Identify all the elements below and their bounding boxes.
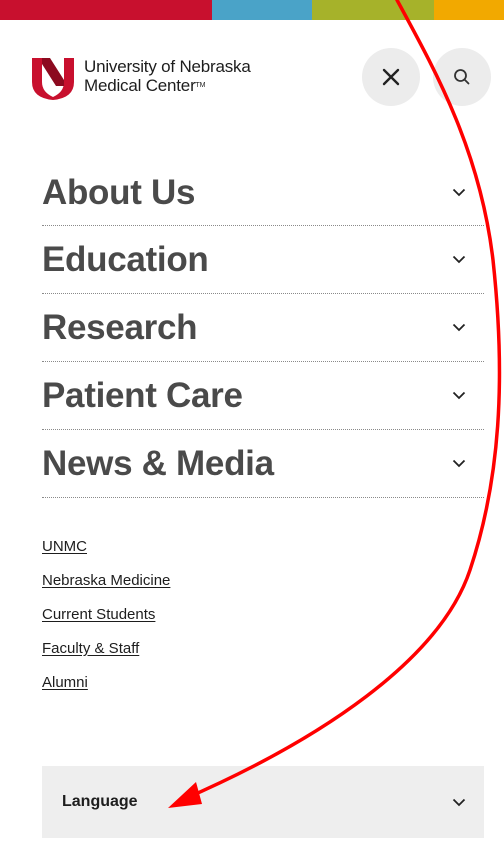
unmc-logo[interactable]: University of Nebraska Medical CenterTM [30,52,251,100]
color-bar-red [0,0,212,20]
link-current-students[interactable]: Current Students [42,602,170,636]
link-alumni[interactable]: Alumni [42,670,170,704]
close-icon [382,68,400,86]
nav-item-label: About Us [42,172,196,212]
main-navigation: About Us Education Research Patient Care… [42,160,484,498]
chevron-down-icon[interactable] [452,255,466,264]
close-menu-button[interactable] [362,48,420,106]
unmc-n-logo-icon [32,58,74,100]
quick-links: UNMC Nebraska Medicine Current Students … [42,534,170,704]
nav-item-label: Patient Care [42,375,243,415]
nav-item-label: News & Media [42,443,274,483]
color-bar-yellow [434,0,504,20]
search-icon [454,69,470,85]
language-label: Language [62,793,138,810]
link-faculty-staff[interactable]: Faculty & Staff [42,636,170,670]
nav-item-news-media[interactable]: News & Media [42,430,484,498]
chevron-down-icon[interactable] [452,323,466,332]
brand-color-bar [0,0,504,20]
chevron-down-icon[interactable] [452,391,466,400]
color-bar-blue [212,0,312,20]
color-bar-green [312,0,434,20]
nav-item-about-us[interactable]: About Us [42,160,484,226]
chevron-down-icon[interactable] [452,188,466,197]
search-button[interactable] [433,48,491,106]
logo-wordmark: University of Nebraska Medical CenterTM [84,57,251,95]
link-unmc[interactable]: UNMC [42,534,170,568]
chevron-down-icon[interactable] [452,798,466,807]
nav-item-education[interactable]: Education [42,226,484,294]
nav-item-research[interactable]: Research [42,294,484,362]
nav-item-label: Research [42,307,198,347]
nav-item-label: Education [42,239,209,279]
chevron-down-icon[interactable] [452,459,466,468]
logo-line-1: University of Nebraska [84,57,251,76]
link-nebraska-medicine[interactable]: Nebraska Medicine [42,568,170,602]
language-dropdown[interactable]: Language [42,766,484,838]
logo-trademark: TM [195,82,206,89]
mobile-menu-page: University of Nebraska Medical CenterTM … [0,0,504,858]
nav-item-patient-care[interactable]: Patient Care [42,362,484,430]
logo-line-2: Medical Center [84,76,196,95]
